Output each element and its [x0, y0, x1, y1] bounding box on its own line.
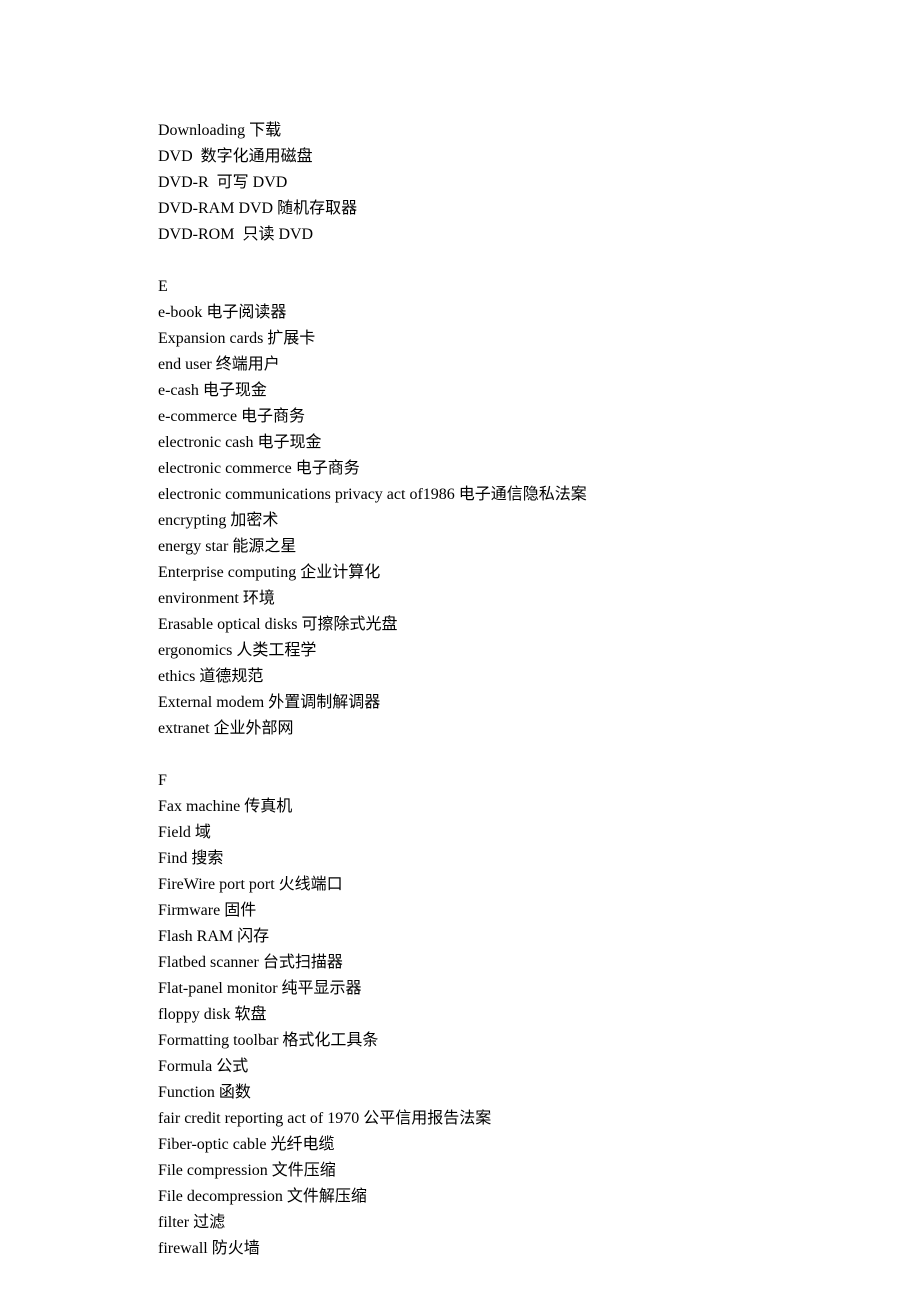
- glossary-entry: electronic commerce 电子商务: [158, 456, 920, 482]
- glossary-entry: Flash RAM 闪存: [158, 924, 920, 950]
- glossary-entry: environment 环境: [158, 586, 920, 612]
- glossary-entry: Formula 公式: [158, 1054, 920, 1080]
- glossary-entry: FireWire port port 火线端口: [158, 872, 920, 898]
- glossary-entry: electronic cash 电子现金: [158, 430, 920, 456]
- glossary-entry: DVD-R 可写 DVD: [158, 170, 920, 196]
- glossary-entry: ethics 道德规范: [158, 664, 920, 690]
- glossary-entry: DVD-ROM 只读 DVD: [158, 222, 920, 248]
- glossary-entry: External modem 外置调制解调器: [158, 690, 920, 716]
- glossary-entry: Expansion cards 扩展卡: [158, 326, 920, 352]
- glossary-entry: Enterprise computing 企业计算化: [158, 560, 920, 586]
- glossary-entry: ergonomics 人类工程学: [158, 638, 920, 664]
- glossary-entry: Fiber-optic cable 光纤电缆: [158, 1132, 920, 1158]
- glossary-entry: Erasable optical disks 可擦除式光盘: [158, 612, 920, 638]
- glossary-entry: energy star 能源之星: [158, 534, 920, 560]
- section-header: E: [158, 274, 920, 300]
- section-header: F: [158, 768, 920, 794]
- glossary-entry: fair credit reporting act of 1970 公平信用报告…: [158, 1106, 920, 1132]
- glossary-entry: Downloading 下载: [158, 118, 920, 144]
- glossary-entry: e-book 电子阅读器: [158, 300, 920, 326]
- glossary-entry: electronic communications privacy act of…: [158, 482, 920, 508]
- glossary-entry: extranet 企业外部网: [158, 716, 920, 742]
- glossary-entry: e-commerce 电子商务: [158, 404, 920, 430]
- glossary-entry: e-cash 电子现金: [158, 378, 920, 404]
- glossary-entry: Function 函数: [158, 1080, 920, 1106]
- glossary-entry: firewall 防火墙: [158, 1236, 920, 1262]
- document-page: Downloading 下载DVD 数字化通用磁盘DVD-R 可写 DVDDVD…: [0, 0, 920, 1262]
- glossary-entry: Fax machine 传真机: [158, 794, 920, 820]
- glossary-entry: floppy disk 软盘: [158, 1002, 920, 1028]
- glossary-entry: end user 终端用户: [158, 352, 920, 378]
- glossary-entry: File decompression 文件解压缩: [158, 1184, 920, 1210]
- glossary-entry: encrypting 加密术: [158, 508, 920, 534]
- glossary-entry: Field 域: [158, 820, 920, 846]
- glossary-entry: Formatting toolbar 格式化工具条: [158, 1028, 920, 1054]
- glossary-entry: File compression 文件压缩: [158, 1158, 920, 1184]
- glossary-entry: filter 过滤: [158, 1210, 920, 1236]
- glossary-entry: Flatbed scanner 台式扫描器: [158, 950, 920, 976]
- glossary-entry: Find 搜索: [158, 846, 920, 872]
- glossary-entry: DVD 数字化通用磁盘: [158, 144, 920, 170]
- glossary-entry: Flat-panel monitor 纯平显示器: [158, 976, 920, 1002]
- glossary-entry: Firmware 固件: [158, 898, 920, 924]
- glossary-entry: DVD-RAM DVD 随机存取器: [158, 196, 920, 222]
